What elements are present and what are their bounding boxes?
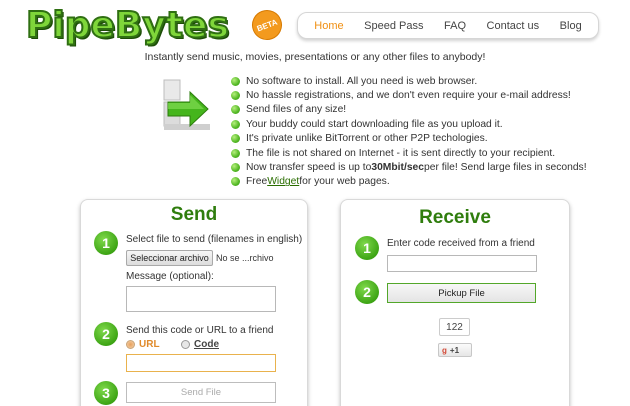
plus-one-label: +1	[449, 345, 460, 355]
file-name-text: No se ...rchivo	[216, 253, 274, 263]
check-icon	[231, 177, 240, 187]
receive-title: Receive	[419, 207, 491, 228]
feature-item: No software to install. All you need is …	[231, 74, 587, 88]
enter-code-label: Enter code received from a friend	[387, 238, 535, 249]
check-icon	[231, 119, 240, 129]
receive-panel: Receive 1 Enter code received from a fri…	[340, 199, 570, 406]
radio-url[interactable]: URL	[126, 339, 160, 350]
choose-file-button[interactable]: Seleccionar archivo	[126, 250, 213, 266]
main-nav: Home Speed Pass FAQ Contact us Blog	[297, 12, 599, 39]
url-output-field[interactable]	[126, 354, 276, 372]
check-icon	[231, 134, 240, 144]
google-g-icon: g	[442, 345, 447, 355]
logo[interactable]: PipeBytes BETA	[25, 5, 287, 52]
share-count: 122	[439, 318, 470, 336]
step-2-badge: 2	[94, 322, 118, 346]
check-icon	[231, 91, 240, 101]
check-icon	[231, 76, 240, 86]
logo-text: PipeBytes	[25, 5, 230, 47]
nav-home[interactable]: Home	[314, 20, 343, 32]
check-icon	[231, 148, 240, 158]
widget-link[interactable]: Widget	[267, 176, 299, 187]
send-title: Send	[170, 204, 218, 225]
nav-speed-pass[interactable]: Speed Pass	[364, 20, 423, 32]
step-3-badge: 3	[94, 381, 118, 405]
nav-faq[interactable]: FAQ	[444, 20, 466, 32]
beta-badge: BETA	[247, 5, 287, 45]
radio-unselected-icon	[181, 340, 190, 349]
feature-item: It's private unlike BitTorrent or other …	[231, 132, 587, 146]
feature-item: No hassle registrations, and we don't ev…	[231, 88, 587, 102]
check-icon	[231, 163, 240, 173]
message-textarea[interactable]	[126, 286, 276, 312]
step-1-badge: 1	[94, 231, 118, 255]
step-2-badge: 2	[355, 280, 379, 304]
nav-contact-us[interactable]: Contact us	[487, 20, 540, 32]
radio-code[interactable]: Code	[181, 339, 219, 350]
file-transfer-icon	[162, 76, 212, 134]
feature-item: The file is not shared on Internet - it …	[231, 146, 587, 160]
feature-item: Now transfer speed is up to 30Mbit/sec p…	[231, 160, 587, 174]
tagline: Instantly send music, movies, presentati…	[144, 51, 486, 63]
send-file-button[interactable]: Send File	[126, 382, 276, 403]
feature-item: Free Widget for your web pages.	[231, 175, 587, 189]
check-icon	[231, 105, 240, 115]
send-panel: Send 1 Select file to send (filenames in…	[80, 199, 308, 406]
send-code-label: Send this code or URL to a friend	[126, 325, 274, 336]
select-file-label: Select file to send (filenames in englis…	[126, 234, 303, 245]
message-label: Message (optional):	[126, 271, 214, 282]
code-input[interactable]	[387, 255, 537, 272]
pickup-file-button[interactable]: Pickup File	[387, 283, 536, 303]
feature-item: Send files of any size!	[231, 103, 587, 117]
nav-blog[interactable]: Blog	[560, 20, 582, 32]
feature-list: No software to install. All you need is …	[231, 74, 587, 189]
google-plus-one-button[interactable]: g +1	[438, 343, 472, 357]
radio-selected-icon	[126, 340, 135, 349]
step-1-badge: 1	[355, 236, 379, 260]
feature-item: Your buddy could start downloading file …	[231, 117, 587, 131]
